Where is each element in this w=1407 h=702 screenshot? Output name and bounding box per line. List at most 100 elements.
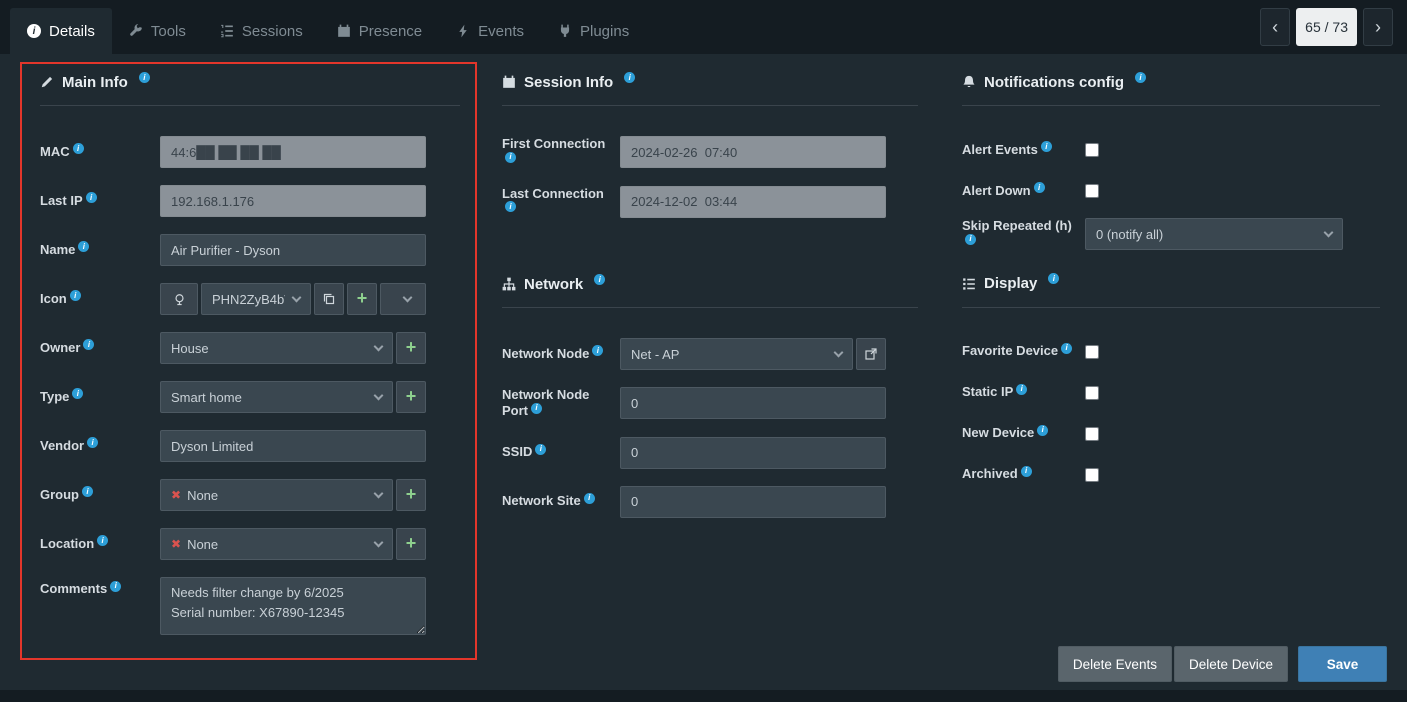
network-site-input[interactable]	[620, 486, 886, 518]
plus-icon: +	[406, 387, 417, 405]
static-ip-row: Static IPi	[962, 379, 1380, 407]
add-location-button[interactable]: +	[396, 528, 426, 560]
favorite-device-label: Favorite Devicei	[962, 343, 1085, 359]
add-owner-button[interactable]: +	[396, 332, 426, 364]
tab-label: Events	[478, 23, 524, 40]
owner-select[interactable]: House	[160, 332, 393, 364]
info-icon: i	[1061, 343, 1072, 354]
group-select[interactable]: ✖None	[160, 479, 393, 511]
skip-repeated-select[interactable]: 0 (notify all)	[1085, 218, 1343, 250]
tab-label: Plugins	[580, 23, 629, 40]
new-device-checkbox[interactable]	[1085, 427, 1099, 441]
network-node-port-input[interactable]	[620, 387, 886, 419]
network-node-select[interactable]: Net - AP	[620, 338, 853, 370]
mac-row: MACi	[40, 136, 460, 168]
delete-device-button[interactable]: Delete Device	[1174, 646, 1288, 682]
name-input[interactable]	[160, 234, 426, 266]
ssid-input[interactable]	[620, 437, 886, 469]
mac-input[interactable]	[160, 136, 426, 168]
chevron-down-icon	[834, 347, 844, 357]
network-site-row: Network Sitei	[502, 486, 918, 518]
section-title: Session Info	[524, 74, 613, 91]
tab-events[interactable]: Events	[439, 8, 541, 54]
last-ip-label: Last IPi	[40, 193, 160, 209]
static-ip-checkbox[interactable]	[1085, 386, 1099, 400]
skip-repeated-label: Skip Repeated (h)i	[962, 218, 1085, 251]
add-group-button[interactable]: +	[396, 479, 426, 511]
go-to-node-button[interactable]	[856, 338, 886, 370]
pager-count: 65 / 73	[1296, 8, 1357, 46]
add-icon-button[interactable]: +	[347, 283, 377, 315]
tab-label: Sessions	[242, 23, 303, 40]
last-ip-input[interactable]	[160, 185, 426, 217]
info-icon: i	[1135, 72, 1146, 83]
save-button[interactable]: Save	[1298, 646, 1387, 682]
alert-down-row: Alert Downi	[962, 177, 1380, 205]
info-icon: i	[139, 72, 150, 83]
alert-events-checkbox[interactable]	[1085, 143, 1099, 157]
name-label: Namei	[40, 242, 160, 258]
skip-repeated-row: Skip Repeated (h)i 0 (notify all)	[962, 218, 1380, 251]
plug-icon	[558, 24, 572, 38]
location-label: Locationi	[40, 536, 160, 552]
chevron-down-icon	[374, 341, 384, 351]
info-icon: i	[83, 339, 94, 350]
pager-next-button[interactable]: ›	[1363, 8, 1393, 46]
info-icon: i	[1021, 466, 1032, 477]
footer-actions: Delete Events Delete Device Save	[1058, 646, 1387, 682]
network-node-port-label: Network Node Porti	[502, 387, 620, 420]
copy-icon-button[interactable]	[314, 283, 344, 315]
vendor-input[interactable]	[160, 430, 426, 462]
new-device-label: New Devicei	[962, 425, 1085, 441]
info-icon: i	[1037, 425, 1048, 436]
info-icon: i	[592, 345, 603, 356]
comments-textarea[interactable]: Needs filter change by 6/2025 Serial num…	[160, 577, 426, 635]
top-tab-bar: Details Tools Sessions Presence Events P…	[0, 0, 1407, 54]
pager-prev-button[interactable]: ‹	[1260, 8, 1290, 46]
x-icon: ✖	[171, 537, 181, 551]
tab-label: Details	[49, 23, 95, 40]
delete-events-button[interactable]: Delete Events	[1058, 646, 1172, 682]
tab-label: Tools	[151, 23, 186, 40]
chevron-down-icon	[374, 488, 384, 498]
add-type-button[interactable]: +	[396, 381, 426, 413]
first-connection-input[interactable]	[620, 136, 886, 168]
tab-details[interactable]: Details	[10, 8, 112, 54]
comments-row: Commentsi Needs filter change by 6/2025 …	[40, 577, 460, 635]
expand-icon-list-button[interactable]	[380, 283, 426, 315]
divider	[962, 307, 1380, 308]
favorite-device-checkbox[interactable]	[1085, 345, 1099, 359]
chevron-down-icon	[402, 292, 412, 302]
tab-presence[interactable]: Presence	[320, 8, 439, 54]
tab-sessions[interactable]: Sessions	[203, 8, 320, 54]
name-row: Namei	[40, 234, 460, 266]
tab-plugins[interactable]: Plugins	[541, 8, 646, 54]
sitemap-icon	[502, 277, 516, 291]
divider	[502, 307, 918, 308]
alert-down-label: Alert Downi	[962, 183, 1085, 199]
info-icon: i	[1041, 141, 1052, 152]
last-connection-input[interactable]	[620, 186, 886, 218]
wrench-icon	[129, 24, 143, 38]
type-label: Typei	[40, 389, 160, 405]
chevron-left-icon: ‹	[1272, 17, 1278, 38]
plus-icon: +	[406, 338, 417, 356]
type-select[interactable]: Smart home	[160, 381, 393, 413]
device-icon-preview-button[interactable]	[160, 283, 198, 315]
archived-checkbox[interactable]	[1085, 468, 1099, 482]
first-connection-label: First Connectioni	[502, 136, 620, 169]
location-select[interactable]: ✖None	[160, 528, 393, 560]
group-label: Groupi	[40, 487, 160, 503]
last-ip-row: Last IPi	[40, 185, 460, 217]
info-icon: i	[70, 290, 81, 301]
tab-tools[interactable]: Tools	[112, 8, 203, 54]
chevron-down-icon	[292, 292, 302, 302]
favorite-device-row: Favorite Devicei	[962, 338, 1380, 366]
icon-base64-select[interactable]: PHN2ZyB4bV	[201, 283, 311, 315]
divider	[962, 105, 1380, 106]
list-ol-icon	[220, 24, 234, 38]
info-icon: i	[505, 152, 516, 163]
alert-down-checkbox[interactable]	[1085, 184, 1099, 198]
mac-label: MACi	[40, 144, 160, 160]
info-icon: i	[110, 581, 121, 592]
